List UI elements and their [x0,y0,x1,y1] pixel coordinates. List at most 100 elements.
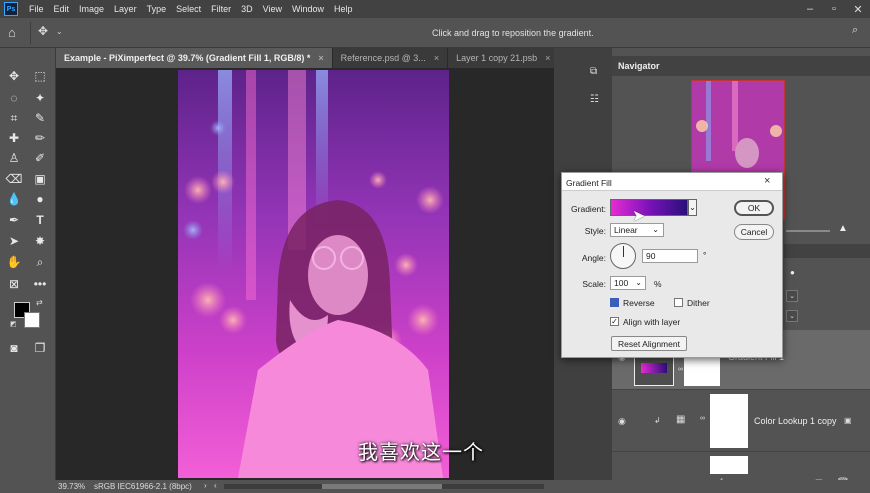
menu-select[interactable]: Select [171,4,206,14]
style-select[interactable]: Linear ⌄ [610,223,664,237]
close-window-icon[interactable]: ✕ [846,0,870,18]
tool-hint: Click and drag to reposition the gradien… [432,28,594,38]
layer-thumbnail [634,356,674,386]
path-selection-icon[interactable]: ➤ [4,231,24,251]
reverse-checkbox[interactable] [610,298,619,307]
align-label: Align with layer [623,317,681,327]
zoom-in-mountain-icon[interactable]: ▲ [838,223,848,234]
divider [30,22,31,44]
move-tool-icon[interactable]: ✥ [4,66,24,86]
color-profile: sRGB IEC61966-2.1 (8bpc) [94,482,192,491]
reset-alignment-button[interactable]: Reset Alignment [611,336,687,351]
ok-button[interactable]: OK [734,200,774,216]
dither-checkbox[interactable] [674,298,683,307]
scale-label: Scale: [582,279,606,289]
type-tool-icon[interactable]: T [30,210,50,230]
menu-view[interactable]: View [258,4,287,14]
chevron-right-icon[interactable]: › [204,481,207,490]
shape-tool-icon[interactable]: ✸ [30,231,50,251]
frame-tool-icon[interactable]: ⊠ [4,274,24,294]
default-colors-icon[interactable]: ◩ [10,320,17,328]
dodge-tool-icon[interactable]: ● [30,189,50,209]
background-color-swatch[interactable] [24,312,40,328]
close-icon[interactable]: × [545,53,550,63]
dialog-titlebar[interactable]: Gradient Fill × [562,173,782,191]
close-icon[interactable]: × [318,53,323,63]
angle-dial[interactable] [610,243,636,269]
layer-row[interactable]: ◉ ↲ ▦ ∞ Color Lookup 1 copy ▣ [612,390,870,452]
opacity-dropdown-icon[interactable]: ⌄ [786,290,798,302]
menu-help[interactable]: Help [329,4,358,14]
chevron-down-icon[interactable]: ⌄ [56,27,63,36]
layer-mask-thumbnail[interactable] [710,456,748,474]
close-icon[interactable]: × [764,175,770,187]
visibility-eye-icon[interactable]: ◉ [618,416,626,427]
tab-label: Layer 1 copy 21.psb [456,53,538,63]
navigator-header: Navigator [612,56,870,76]
gradient-tool-icon[interactable]: ▣ [30,169,50,189]
tab-label: Example - PiXimperfect @ 39.7% (Gradient… [64,53,311,63]
chevron-down-icon: ⌄ [652,225,659,234]
navigator-title: Navigator [618,61,660,71]
menu-layer[interactable]: Layer [109,4,142,14]
crop-tool-icon[interactable]: ⌗ [4,108,24,128]
layer-mask-thumbnail[interactable] [710,394,748,448]
tab-example[interactable]: Example - PiXimperfect @ 39.7% (Gradient… [56,48,333,68]
close-icon[interactable]: × [434,53,439,63]
lasso-tool-icon[interactable]: ◌ [4,88,24,108]
chevron-down-icon[interactable]: ⌄ [688,199,697,216]
menu-file[interactable]: File [24,4,49,14]
zoom-tool-icon[interactable]: ⌕ [30,252,50,272]
fill-dropdown-icon[interactable]: ⌄ [786,310,798,322]
menu-filter[interactable]: Filter [206,4,236,14]
blur-tool-icon[interactable]: 💧 [4,189,24,209]
tab-layer-copy[interactable]: Layer 1 copy 21.psb × [448,48,560,68]
magic-wand-icon[interactable]: ✦ [30,88,50,108]
scale-input[interactable]: 100 ⌄ [610,276,646,290]
options-bar: ⌂ ✥ ⌄ Click and drag to reposition the g… [0,18,870,48]
menu-image[interactable]: Image [74,4,109,14]
search-icon[interactable]: ⌕ [852,24,866,40]
marquee-tool-icon[interactable]: ⬚ [30,66,50,86]
align-checkbox[interactable]: ✓ [610,317,619,326]
menu-3d[interactable]: 3D [236,4,258,14]
status-bar: 39.73% sRGB IEC61966-2.1 (8bpc) › ‹ [0,480,870,493]
tab-reference[interactable]: Reference.psd @ 3... × [333,48,449,68]
link-icon: ∞ [678,366,683,373]
horizontal-scrollbar[interactable] [224,484,544,489]
eyedropper-icon[interactable]: ✎ [30,108,50,128]
layer-mask-thumbnail[interactable] [684,356,720,386]
menu-window[interactable]: Window [287,4,329,14]
layer-filter-toggle[interactable]: ● [790,268,795,277]
menu-edit[interactable]: Edit [49,4,75,14]
screen-mode-icon[interactable]: ❐ [30,338,50,358]
brush-tool-icon[interactable]: ✏ [30,128,50,148]
swap-colors-icon[interactable]: ⇄ [36,298,43,307]
eraser-icon[interactable]: ⌫ [4,169,24,189]
history-icon[interactable]: ⧉ [590,66,604,80]
gradient-swatch[interactable] [610,199,688,216]
chevron-left-icon[interactable]: ‹ [214,481,217,490]
angle-input[interactable]: 90 [642,249,698,263]
clone-stamp-icon[interactable]: ♙ [4,148,24,168]
history-brush-icon[interactable]: ✐ [30,148,50,168]
scale-value: 100 [614,278,629,288]
home-icon[interactable]: ⌂ [8,25,24,41]
document-canvas-image[interactable] [178,70,449,478]
zoom-level[interactable]: 39.73% [58,482,85,491]
healing-brush-icon[interactable]: ✚ [4,128,24,148]
layer-name[interactable]: Color Lookup 1 copy [754,416,837,426]
more-tools-icon[interactable]: ••• [30,274,50,294]
minimize-icon[interactable]: – [798,0,822,18]
menu-type[interactable]: Type [142,4,172,14]
zoom-slider[interactable] [786,230,830,232]
pen-tool-icon[interactable]: ✒ [4,210,24,230]
cancel-button[interactable]: Cancel [734,224,774,240]
color-lookup-icon: ▦ [676,414,686,425]
chevron-down-icon: ⌄ [635,278,642,287]
quick-mask-icon[interactable]: ◙ [4,338,24,358]
hand-tool-icon[interactable]: ✋ [4,252,24,272]
maximize-icon[interactable]: ▫ [822,0,846,18]
properties-icon[interactable]: ☷ [590,94,604,108]
move-tool-icon[interactable]: ✥ [38,24,54,40]
